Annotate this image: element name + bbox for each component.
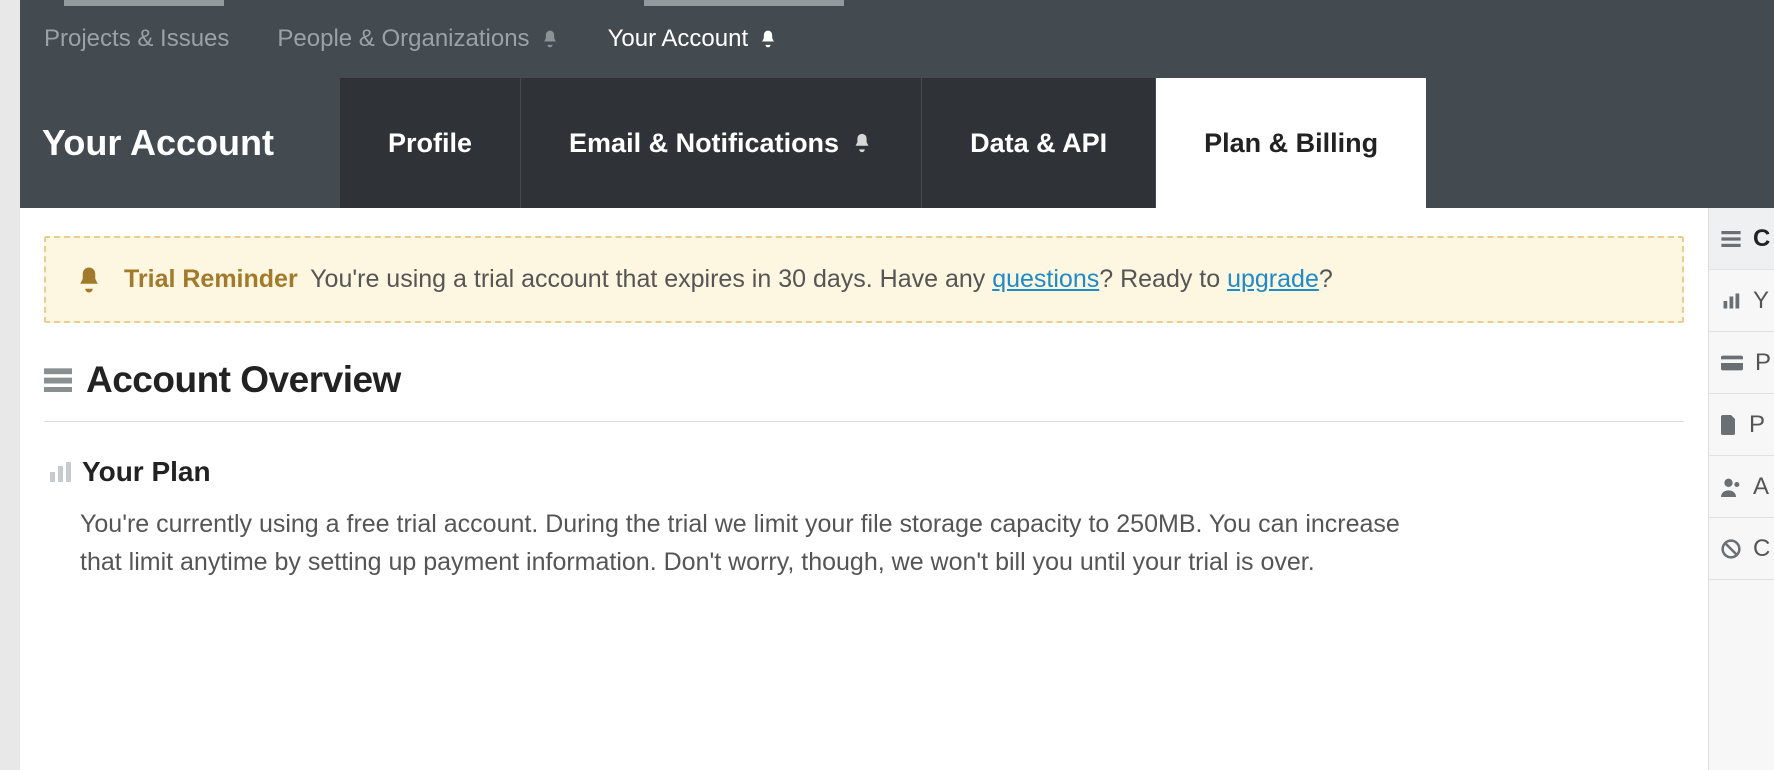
menu-icon	[44, 368, 72, 392]
menu-icon	[1721, 231, 1741, 247]
link-questions[interactable]: questions	[992, 265, 1099, 293]
sidebar-label: C	[1753, 225, 1770, 253]
sidebar-label: P	[1749, 411, 1765, 439]
sidebar-item[interactable]: Y	[1709, 270, 1774, 332]
tab-profile[interactable]: Profile	[340, 78, 521, 208]
ban-icon	[1721, 539, 1741, 559]
nav-label: Your Account	[608, 25, 749, 53]
plan-description: You're currently using a free trial acco…	[44, 506, 1444, 581]
sidebar-label: C	[1753, 535, 1770, 563]
nav-stub	[64, 0, 224, 6]
section-heading: Account Overview	[44, 359, 1684, 401]
nav-label: People & Organizations	[277, 25, 529, 53]
tab-label: Plan & Billing	[1204, 128, 1378, 159]
banner-text: ?	[1319, 265, 1333, 293]
bars-icon	[48, 460, 72, 484]
link-upgrade[interactable]: upgrade	[1227, 265, 1319, 293]
left-gutter	[0, 0, 20, 770]
nav-people-orgs[interactable]: People & Organizations	[277, 25, 559, 53]
nav-label: Projects & Issues	[44, 25, 229, 53]
sidebar-label: Y	[1753, 287, 1769, 315]
tab-data-api[interactable]: Data & API	[922, 78, 1156, 208]
tab-email-notifications[interactable]: Email & Notifications	[521, 78, 922, 208]
banner-message: Trial Reminder You're using a trial acco…	[124, 262, 1333, 297]
tab-label: Data & API	[970, 128, 1107, 159]
app-frame: Projects & Issues People & Organizations…	[20, 0, 1774, 770]
banner-text: You're using a trial account that expire…	[310, 265, 992, 293]
sidebar-item[interactable]: P	[1709, 332, 1774, 394]
tab-label: Profile	[388, 128, 472, 159]
banner-text: ? Ready to	[1099, 265, 1227, 293]
file-icon	[1721, 415, 1737, 435]
nav-stub	[644, 0, 844, 6]
person-icon	[1721, 477, 1741, 497]
content-row: Trial Reminder You're using a trial acco…	[20, 208, 1774, 770]
sidebar-label: A	[1753, 473, 1769, 501]
bell-icon	[540, 28, 560, 50]
top-nav: Projects & Issues People & Organizations…	[20, 0, 1774, 78]
tab-plan-billing[interactable]: Plan & Billing	[1156, 78, 1427, 208]
card-icon	[1721, 355, 1743, 371]
sidebar-label: P	[1755, 349, 1771, 377]
right-sidebar: C Y P P A C	[1708, 208, 1774, 770]
bars-icon	[1721, 292, 1741, 310]
nav-projects-issues[interactable]: Projects & Issues	[44, 25, 229, 53]
bell-icon	[851, 131, 873, 155]
sidebar-item[interactable]: C	[1709, 208, 1774, 270]
sidebar-item[interactable]: A	[1709, 456, 1774, 518]
main-content: Trial Reminder You're using a trial acco…	[20, 208, 1708, 770]
banner-strong: Trial Reminder	[124, 265, 298, 293]
account-tabs: Your Account Profile Email & Notificatio…	[20, 78, 1774, 208]
nav-your-account[interactable]: Your Account	[608, 25, 779, 53]
sidebar-item[interactable]: P	[1709, 394, 1774, 456]
divider	[44, 421, 1684, 422]
sidebar-item[interactable]: C	[1709, 518, 1774, 580]
tab-spacer	[1427, 78, 1774, 208]
tab-label: Email & Notifications	[569, 128, 839, 159]
subsection-heading: Your Plan	[44, 456, 1684, 488]
trial-reminder-banner: Trial Reminder You're using a trial acco…	[44, 236, 1684, 323]
bell-icon	[74, 264, 104, 296]
bell-icon	[758, 28, 778, 50]
page-title: Your Account	[20, 78, 340, 208]
subsection-title: Your Plan	[82, 456, 211, 488]
section-title: Account Overview	[86, 359, 401, 401]
